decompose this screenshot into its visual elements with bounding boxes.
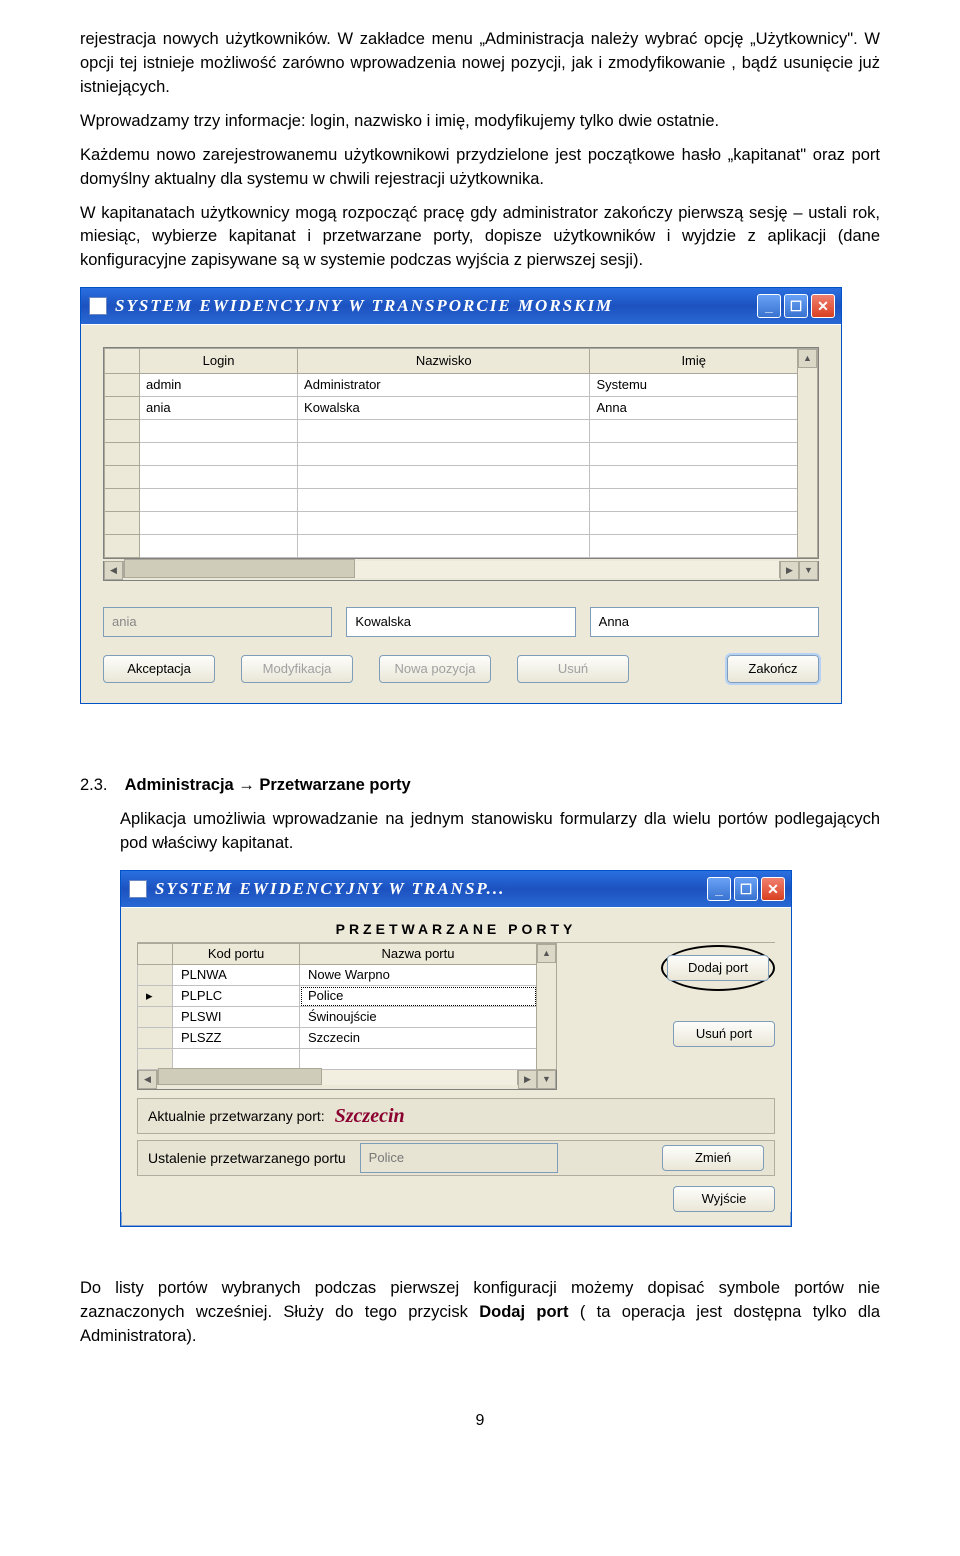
close-button[interactable]: Zakończ: [727, 655, 819, 683]
delete-button[interactable]: Usuń: [517, 655, 629, 683]
scroll-left-icon[interactable]: ◀: [138, 1070, 157, 1089]
cell[interactable]: admin: [140, 374, 298, 397]
bold-text: Dodaj port: [479, 1303, 568, 1321]
scroll-left-icon[interactable]: ◀: [104, 561, 123, 580]
set-port-field[interactable]: Police: [360, 1143, 558, 1173]
titlebar: SYSTEM EWIDENCYJNY W TRANSPORCIE MORSKIM…: [81, 288, 841, 324]
cell[interactable]: Administrator: [298, 374, 590, 397]
users-table[interactable]: Login Nazwisko Imię ▲ adminAdministrator…: [104, 348, 818, 558]
cell[interactable]: Systemu: [590, 374, 798, 397]
app-icon: [129, 880, 147, 898]
maximize-button[interactable]: ☐: [734, 877, 758, 901]
window-title: SYSTEM EWIDENCYJNY W TRANSPORCIE MORSKIM: [115, 296, 613, 316]
imie-field[interactable]: Anna: [590, 607, 819, 637]
delete-port-button[interactable]: Usuń port: [673, 1021, 775, 1047]
col-imie[interactable]: Imię: [590, 349, 798, 374]
scroll-down-icon[interactable]: ▼: [799, 561, 818, 580]
maximize-button[interactable]: ☐: [784, 294, 808, 318]
nazwisko-field[interactable]: Kowalska: [346, 607, 575, 637]
paragraph: Wprowadzamy trzy informacje: login, nazw…: [80, 110, 880, 134]
minimize-button[interactable]: _: [757, 294, 781, 318]
col-login[interactable]: Login: [140, 349, 298, 374]
scroll-up-icon[interactable]: ▲: [537, 944, 556, 963]
cell[interactable]: Szczecin: [300, 1028, 537, 1049]
cell[interactable]: Nowe Warpno: [300, 965, 537, 986]
set-port-label: Ustalenie przetwarzanego portu: [148, 1148, 346, 1168]
scroll-down-icon[interactable]: ▼: [537, 1070, 556, 1089]
users-window: SYSTEM EWIDENCYJNY W TRANSPORCIE MORSKIM…: [80, 287, 842, 704]
exit-button[interactable]: Wyjście: [673, 1186, 775, 1212]
current-port-label: Aktualnie przetwarzany port:: [148, 1106, 325, 1126]
minimize-button[interactable]: _: [707, 877, 731, 901]
close-button[interactable]: ✕: [811, 294, 835, 318]
cell-selected[interactable]: Police: [300, 986, 537, 1007]
ports-window: SYSTEM EWIDENCYJNY W TRANSP... _ ☐ ✕ PRZ…: [120, 870, 792, 1227]
cell[interactable]: Kowalska: [298, 397, 590, 420]
paragraph: rejestracja nowych użytkowników. W zakła…: [80, 28, 880, 100]
highlight-ellipse: Dodaj port: [661, 945, 775, 991]
accept-button[interactable]: Akceptacja: [103, 655, 215, 683]
new-button[interactable]: Nowa pozycja: [379, 655, 491, 683]
cell[interactable]: Anna: [590, 397, 798, 420]
scroll-right-icon[interactable]: ▶: [518, 1070, 537, 1089]
row-header-blank: [105, 349, 140, 374]
login-field[interactable]: ania: [103, 607, 332, 637]
paragraph: W kapitanatach użytkownicy mogą rozpoczą…: [80, 202, 880, 274]
cell[interactable]: PLSWI: [173, 1007, 300, 1028]
current-port-value: Szczecin: [335, 1106, 405, 1126]
paragraph: Każdemu nowo zarejestrowanemu użytkownik…: [80, 144, 880, 192]
modify-button[interactable]: Modyfikacja: [241, 655, 353, 683]
col-kod[interactable]: Kod portu: [173, 944, 300, 965]
cell[interactable]: ania: [140, 397, 298, 420]
app-icon: [89, 297, 107, 315]
cell[interactable]: PLPLC: [173, 986, 300, 1007]
cell[interactable]: PLSZZ: [173, 1028, 300, 1049]
cell[interactable]: Świnoujście: [300, 1007, 537, 1028]
titlebar: SYSTEM EWIDENCYJNY W TRANSP... _ ☐ ✕: [121, 871, 791, 907]
paragraph: Do listy portów wybranych podczas pierws…: [80, 1277, 880, 1349]
col-nazwa[interactable]: Nazwa portu: [300, 944, 537, 965]
cell[interactable]: PLNWA: [173, 965, 300, 986]
row-header-blank: [138, 944, 173, 965]
ports-table[interactable]: Kod portu Nazwa portu ▲ PLNWANowe Warpno…: [137, 943, 557, 1070]
scrollbar-horizontal[interactable]: ◀ ▶ ▼: [103, 561, 819, 581]
scroll-up-icon[interactable]: ▲: [798, 349, 817, 368]
section-heading: 2.3. Administracja → Przetwarzane porty: [80, 774, 880, 798]
change-button[interactable]: Zmień: [662, 1145, 764, 1171]
window-title: SYSTEM EWIDENCYJNY W TRANSP...: [155, 879, 505, 899]
panel-heading: PRZETWARZANE PORTY: [137, 916, 775, 943]
close-button[interactable]: ✕: [761, 877, 785, 901]
section-title: Administracja → Przetwarzane porty: [125, 776, 411, 794]
paragraph: Aplikacja umożliwia wprowadzanie na jedn…: [120, 808, 880, 856]
scrollbar-vertical[interactable]: ▲: [798, 349, 818, 558]
scroll-right-icon[interactable]: ▶: [780, 561, 799, 580]
add-port-button[interactable]: Dodaj port: [667, 955, 769, 981]
scrollbar-vertical[interactable]: ▲: [537, 944, 557, 1070]
section-number: 2.3.: [80, 774, 120, 798]
page-number: 9: [80, 1409, 880, 1432]
col-nazwisko[interactable]: Nazwisko: [298, 349, 590, 374]
scrollbar-horizontal[interactable]: ◀ ▶ ▼: [137, 1070, 557, 1090]
